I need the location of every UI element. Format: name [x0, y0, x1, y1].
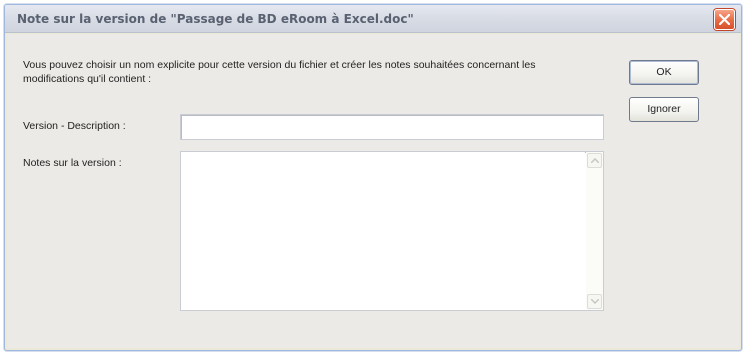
title-bar[interactable]: Note sur la version de "Passage de BD eR… [5, 5, 741, 33]
version-note-dialog: Note sur la version de "Passage de BD eR… [4, 4, 742, 351]
description-label: Version - Description : [23, 120, 126, 132]
ignore-button[interactable]: Ignorer [629, 97, 699, 122]
chevron-up-icon [591, 158, 599, 163]
chevron-down-icon [591, 299, 599, 304]
dialog-title: Note sur la version de "Passage de BD eR… [17, 12, 414, 26]
description-input[interactable] [180, 114, 604, 140]
notes-field [180, 151, 604, 311]
notes-scrollbar[interactable] [586, 152, 603, 310]
notes-label: Notes sur la version : [23, 157, 122, 169]
intro-text: Vous pouvez choisir un nom explicite pou… [23, 59, 536, 85]
ok-button[interactable]: OK [629, 60, 699, 85]
notes-textarea[interactable] [181, 152, 585, 310]
scroll-down-button[interactable] [587, 294, 602, 309]
close-icon [719, 14, 730, 25]
dialog-body: Vous pouvez choisir un nom explicite pou… [7, 34, 739, 348]
close-button[interactable] [714, 9, 735, 30]
scroll-up-button[interactable] [587, 153, 602, 168]
